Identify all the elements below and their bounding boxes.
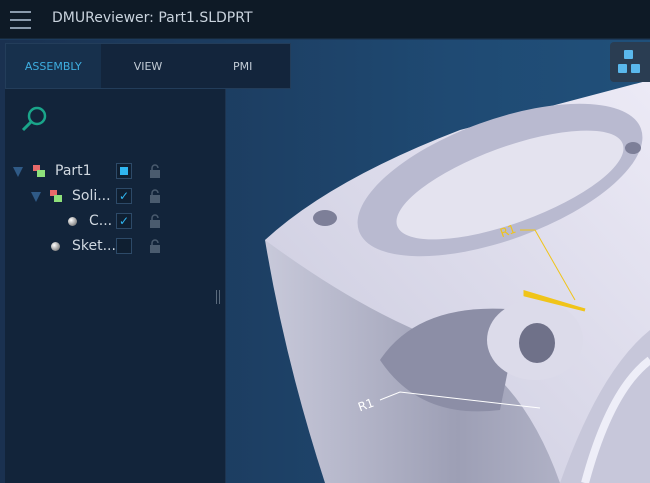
- tab-assembly[interactable]: ASSEMBLY: [6, 44, 101, 88]
- tab-view[interactable]: VIEW: [101, 44, 196, 88]
- feature-icon: [51, 242, 60, 251]
- tab-pmi[interactable]: PMI: [195, 44, 290, 88]
- tree-label: Soli...: [72, 188, 111, 204]
- unlock-icon[interactable]: [149, 214, 161, 228]
- unlock-icon[interactable]: [149, 189, 161, 203]
- assembly-icon: [33, 165, 45, 177]
- visibility-checkbox[interactable]: [116, 238, 132, 254]
- body-icon: [50, 190, 62, 202]
- panel-resize-handle[interactable]: [216, 290, 220, 304]
- panel-tabs: ASSEMBLY VIEW PMI: [5, 43, 291, 89]
- search-icon[interactable]: [19, 105, 49, 135]
- visibility-checkbox[interactable]: ✓: [116, 188, 132, 204]
- title-bar: DMUReviewer: Part1.SLDPRT: [0, 0, 650, 39]
- app-title: DMUReviewer: Part1.SLDPRT: [52, 10, 253, 26]
- tree-label: C...: [89, 213, 113, 229]
- expand-icon[interactable]: [13, 167, 23, 177]
- view-cube-icon[interactable]: [610, 42, 650, 82]
- tree-label: Part1: [55, 163, 92, 179]
- assembly-panel: Part1 Soli... ✓ C... ✓ Sket...: [5, 89, 226, 483]
- unlock-icon[interactable]: [149, 239, 161, 253]
- visibility-checkbox[interactable]: [116, 163, 132, 179]
- hamburger-menu-icon[interactable]: [10, 11, 31, 29]
- feature-icon: [68, 217, 77, 226]
- visibility-checkbox[interactable]: ✓: [116, 213, 132, 229]
- expand-icon[interactable]: [31, 192, 41, 202]
- unlock-icon[interactable]: [149, 164, 161, 178]
- tree-label: Sket...: [72, 238, 116, 254]
